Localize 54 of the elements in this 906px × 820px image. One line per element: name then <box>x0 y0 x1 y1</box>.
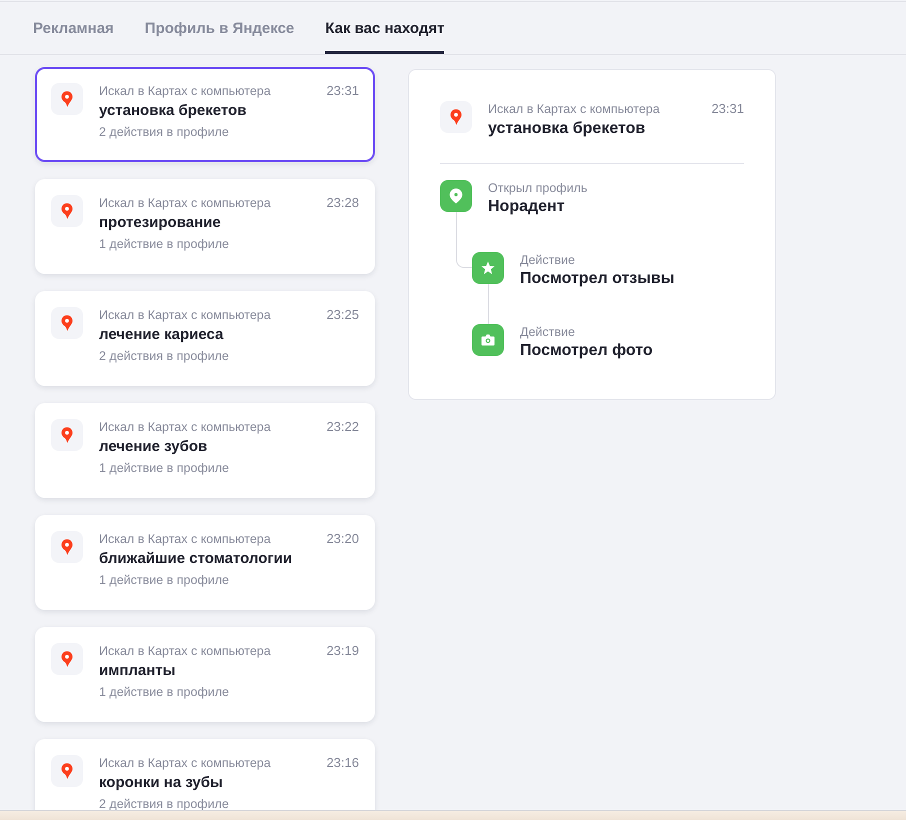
search-card[interactable]: Искал в Картах с компьютера 23:20 ближайшие стоматологии 1 действие в профиле <box>35 515 375 610</box>
map-pin-icon <box>51 83 83 115</box>
search-source: Искал в Картах с компьютера <box>99 755 271 771</box>
search-source: Искал в Картах с компьютера <box>99 83 271 99</box>
search-card[interactable]: Искал в Картах с компьютера 23:28 протезирование 1 действие в профиле <box>35 179 375 274</box>
search-query: лечение кариеса <box>99 325 224 345</box>
search-source: Искал в Картах с компьютера <box>99 419 271 435</box>
search-query: установка брекетов <box>99 101 246 121</box>
search-time: 23:19 <box>326 643 359 659</box>
search-query: протезирование <box>99 213 221 233</box>
timeline-label: Открыл профиль <box>488 180 588 196</box>
timeline-title: Посмотрел фото <box>520 341 653 361</box>
search-card[interactable]: Искал в Картах с компьютера 23:19 импланты 1 действие в профиле <box>35 627 375 722</box>
search-query: коронки на зубы <box>99 773 223 793</box>
timeline-title: Посмотрел отзывы <box>520 269 674 289</box>
camera-icon <box>472 324 504 356</box>
timeline-label: Действие <box>520 324 575 340</box>
timeline-title: Норадент <box>488 197 565 217</box>
actions-count: 1 действие в профиле <box>99 236 229 252</box>
actions-count: 1 действие в профиле <box>99 684 229 700</box>
search-query: установка брекетов <box>488 119 646 139</box>
search-card[interactable]: Искал в Картах с компьютера 23:31 установка брекетов 2 действия в профиле <box>35 67 375 162</box>
search-card[interactable]: Искал в Картах с компьютера 23:22 лечение зубов 1 действие в профиле <box>35 403 375 498</box>
search-time: 23:16 <box>326 755 359 771</box>
timeline-label: Действие <box>520 252 575 268</box>
search-query: импланты <box>99 661 176 681</box>
connector-line <box>488 284 489 324</box>
map-pin-icon <box>51 643 83 675</box>
map-pin-icon <box>51 755 83 787</box>
search-time: 23:31 <box>326 83 359 99</box>
search-card[interactable]: Искал в Картах с компьютера 23:25 лечение кариеса 2 действия в профиле <box>35 291 375 386</box>
map-pin-icon <box>51 195 83 227</box>
actions-count: 2 действия в профиле <box>99 124 229 140</box>
actions-count: 1 действие в профиле <box>99 572 229 588</box>
search-source: Искал в Картах с компьютера <box>488 101 660 117</box>
search-source: Искал в Картах с компьютера <box>99 643 271 659</box>
search-time: 23:25 <box>326 307 359 323</box>
search-time: 23:31 <box>711 101 744 117</box>
location-pin-icon <box>440 180 472 212</box>
search-source: Искал в Картах с компьютера <box>99 195 271 211</box>
actions-count: 1 действие в профиле <box>99 460 229 476</box>
search-query: ближайшие стоматологии <box>99 549 292 569</box>
actions-count: 2 действия в профиле <box>99 348 229 364</box>
map-pin-icon <box>51 307 83 339</box>
search-time: 23:20 <box>326 531 359 547</box>
search-source: Искал в Картах с компьютера <box>99 531 271 547</box>
search-time: 23:22 <box>326 419 359 435</box>
search-time: 23:28 <box>326 195 359 211</box>
map-pin-icon <box>51 531 83 563</box>
map-pin-icon <box>51 419 83 451</box>
map-pin-icon <box>440 101 472 133</box>
tab[interactable]: Как вас находят <box>325 2 444 54</box>
search-query: лечение зубов <box>99 437 208 457</box>
search-source: Искал в Картах с компьютера <box>99 307 271 323</box>
